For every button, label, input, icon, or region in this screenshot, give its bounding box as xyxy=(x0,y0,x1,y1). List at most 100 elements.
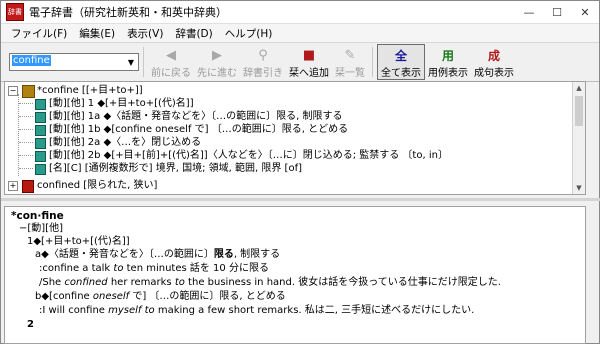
tree-branch-line xyxy=(19,155,33,156)
menu-view[interactable]: 表示(V) xyxy=(121,26,169,41)
search-input[interactable]: confine xyxy=(10,55,124,69)
toolbar: confine ▼ ◀ 前に戻る ▶ 先に進む ⚲ 辞書引き ■ 栞へ追加 ✎ … xyxy=(1,42,599,82)
example-1: :confine a talk to ten minutes 話を 10 分に限… xyxy=(39,263,269,275)
maximize-button[interactable]: ☐ xyxy=(543,1,571,23)
search-input-text: confine xyxy=(12,55,51,66)
part-of-speech: −[動][他] xyxy=(19,223,63,234)
bookmark-add-icon: ■ xyxy=(302,48,316,63)
magnifier-icon: ⚲ xyxy=(258,48,268,63)
tree-branch-line xyxy=(19,129,33,130)
example-text: :confine a talk xyxy=(39,263,114,274)
show-examples-icon: 用 xyxy=(441,49,454,63)
tree-item-label: [動][他] 2b ◆[+目+[前]+[(代)名]]〈人などを〉〔…に〕閉じ込め… xyxy=(49,150,448,161)
menu-edit[interactable]: 編集(E) xyxy=(73,26,121,41)
tree-item[interactable]: [動][他] 1b ◆[confine oneself で] 〔…の範囲に〕限る… xyxy=(5,123,585,136)
minimize-button[interactable]: — xyxy=(515,1,543,23)
example-text: ten minutes 話を 10 分に限る xyxy=(123,263,269,274)
search-dropdown-button[interactable]: ▼ xyxy=(124,54,138,70)
pane-splitter[interactable] xyxy=(1,198,600,201)
close-button[interactable]: ✕ xyxy=(571,1,599,23)
tree-sibling-row[interactable]: + confined [限られた, 狭い] xyxy=(5,179,585,193)
sense-1: 1◆[+目+to+[(代)名]] xyxy=(27,236,130,247)
sense-2: 2 xyxy=(27,319,34,330)
title-bar: 辞書 電子辞書（研究社新英和・和英中辞典） — ☐ ✕ xyxy=(1,1,599,24)
example-text: making a few short remarks. 私は二, 三手短に述べる… xyxy=(154,305,475,316)
tree-root-row[interactable]: − *confine [[+目+to+]] xyxy=(5,84,585,98)
example-italic: myself xyxy=(108,305,142,316)
show-idioms-button[interactable]: 成 成句表示 xyxy=(471,45,517,79)
tree-item[interactable]: [動][他] 1 ◆[+目+to+[(代)名]] xyxy=(5,97,585,110)
entry-icon xyxy=(35,99,46,110)
lookup-button[interactable]: ⚲ 辞書引き xyxy=(240,45,286,79)
entry-icon xyxy=(35,138,46,149)
bookmark-list-button[interactable]: ✎ 栞一覧 xyxy=(332,45,368,79)
tree-branch-line xyxy=(19,116,33,117)
app-window: 辞書 電子辞書（研究社新英和・和英中辞典） — ☐ ✕ ファイル(F) 編集(E… xyxy=(0,0,600,344)
tree-item[interactable]: [名][C] [通例複数形で] 境界, 国境; 領域, 範囲, 限界 [of] xyxy=(5,162,585,175)
scroll-up-icon[interactable]: ▲ xyxy=(573,82,585,94)
show-all-button[interactable]: 全 全て表示 xyxy=(377,44,425,80)
forward-button[interactable]: ▶ 先に進む xyxy=(194,45,240,79)
show-examples-button-label: 用例表示 xyxy=(428,68,468,79)
show-idioms-icon: 成 xyxy=(487,49,500,63)
collapse-icon[interactable]: − xyxy=(8,86,18,96)
example-italic: to xyxy=(144,305,155,316)
entry-tree[interactable]: − *confine [[+目+to+]] [動][他] 1 ◆[+目+to+[… xyxy=(4,81,586,195)
search-combobox[interactable]: confine ▼ xyxy=(9,53,139,71)
menu-help[interactable]: ヘルプ(H) xyxy=(219,26,279,41)
entry-icon xyxy=(35,125,46,136)
example-2: /She confined her remarks to the busines… xyxy=(39,277,501,289)
forward-button-label: 先に進む xyxy=(197,68,237,79)
sense-1a-text: a◆〈話題・発音などを〉〔…の範囲に〕 xyxy=(35,249,214,260)
scroll-down-icon[interactable]: ▼ xyxy=(573,182,585,194)
tree-item-label: [動][他] 1b ◆[confine oneself で] 〔…の範囲に〕限る… xyxy=(49,124,349,135)
sense-1a-suffix: , 制限する xyxy=(233,249,281,260)
show-examples-button[interactable]: 用 用例表示 xyxy=(425,45,471,79)
entry-icon xyxy=(35,112,46,123)
tree-root-label: *confine [[+目+to+]] xyxy=(37,85,143,96)
add-bookmark-button-label: 栞へ追加 xyxy=(289,68,329,79)
menu-dictionary[interactable]: 辞書(D) xyxy=(169,26,218,41)
entry-icon xyxy=(35,164,46,175)
example-text: the business in hand. 彼女は話を今扱っている仕事にだけ限定… xyxy=(184,277,501,288)
headword: *con·fine xyxy=(11,210,64,222)
toolbar-separator xyxy=(143,47,144,77)
definition-pane: *con·fine −[動][他] 1◆[+目+to+[(代)名]] a◆〈話題… xyxy=(4,206,586,344)
tree-branch-line xyxy=(19,168,33,169)
bookmark-list-button-label: 栞一覧 xyxy=(335,68,365,79)
example-italic: to xyxy=(113,263,124,274)
menu-bar: ファイル(F) 編集(E) 表示(V) 辞書(D) ヘルプ(H) xyxy=(1,24,599,42)
toolbar-separator xyxy=(372,47,373,77)
sense-1a: a◆〈話題・発音などを〉〔…の範囲に〕限る, 制限する xyxy=(35,249,280,261)
example-text: her remarks xyxy=(107,277,175,288)
back-button-label: 前に戻る xyxy=(151,68,191,79)
tree-item-label: [動][他] 1 ◆[+目+to+[(代)名]] xyxy=(49,98,194,109)
show-all-icon: 全 xyxy=(394,49,407,63)
tree-item-label: [名][C] [通例複数形で] 境界, 国境; 領域, 範囲, 限界 [of] xyxy=(49,163,302,174)
tree-item[interactable]: [動][他] 2b ◆[+目+[前]+[(代)名]]〈人などを〉〔…に〕閉じ込め… xyxy=(5,149,585,162)
tree-item[interactable]: [動][他] 2a ◆〈…を〉閉じ込める xyxy=(5,136,585,149)
tree-branch-line xyxy=(19,103,33,104)
back-button[interactable]: ◀ 前に戻る xyxy=(148,45,194,79)
menu-file[interactable]: ファイル(F) xyxy=(5,26,73,41)
tree-item-label: [動][他] 2a ◆〈…を〉閉じ込める xyxy=(49,137,202,148)
sense-1b-italic: oneself xyxy=(92,291,130,302)
tree-branch-line xyxy=(19,142,33,143)
example-italic: confined xyxy=(64,277,108,288)
show-idioms-button-label: 成句表示 xyxy=(474,68,514,79)
show-all-button-label: 全て表示 xyxy=(381,68,421,79)
scroll-thumb[interactable] xyxy=(575,96,583,126)
forward-arrow-icon: ▶ xyxy=(212,48,222,63)
example-italic: to xyxy=(174,277,185,288)
expand-icon[interactable]: + xyxy=(8,181,18,191)
tree-scrollbar[interactable]: ▲ ▼ xyxy=(572,82,585,194)
dictionary-app-icon: 辞書 xyxy=(6,3,24,21)
dictionary-entry-icon xyxy=(22,180,34,193)
example-text: /She xyxy=(39,277,65,288)
example-text: :I will confine xyxy=(39,305,109,316)
window-title: 電子辞書（研究社新英和・和英中辞典） xyxy=(29,6,227,19)
add-bookmark-button[interactable]: ■ 栞へ追加 xyxy=(286,45,332,79)
tree-item[interactable]: [動][他] 1a ◆〈話題・発音などを〉〔…の範囲に〕限る, 制限する xyxy=(5,110,585,123)
back-arrow-icon: ◀ xyxy=(166,48,176,63)
bookmark-list-icon: ✎ xyxy=(344,48,356,63)
